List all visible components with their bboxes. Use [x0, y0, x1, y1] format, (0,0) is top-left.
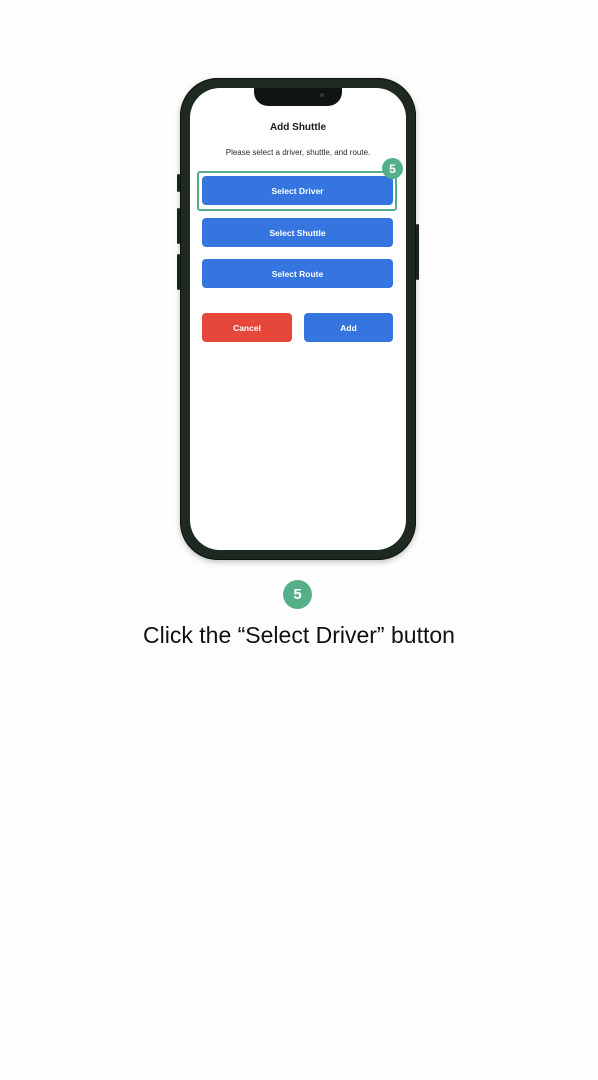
phone-mute-switch: [177, 174, 180, 192]
phone-volume-down-button: [177, 254, 180, 290]
phone-power-button: [416, 224, 419, 280]
page-subtitle: Please select a driver, shuttle, and rou…: [225, 148, 371, 157]
step-instruction: Click the “Select Driver” button: [143, 622, 455, 648]
step-number-badge: 5: [283, 580, 312, 609]
phone-notch: [254, 88, 342, 106]
phone-screen: Add Shuttle Please select a driver, shut…: [190, 88, 406, 550]
select-route-button[interactable]: Select Route: [202, 259, 393, 288]
camera-icon: [320, 93, 324, 97]
select-shuttle-button[interactable]: Select Shuttle: [202, 218, 393, 247]
step-highlight-box: [197, 171, 397, 211]
phone-mockup: Add Shuttle Please select a driver, shut…: [177, 78, 419, 560]
step-badge-marker: 5: [382, 158, 403, 179]
add-button[interactable]: Add: [304, 313, 393, 342]
phone-volume-up-button: [177, 208, 180, 244]
page-title: Add Shuttle: [269, 122, 327, 133]
cancel-button[interactable]: Cancel: [202, 313, 292, 342]
tutorial-page: Add Shuttle Please select a driver, shut…: [0, 0, 598, 1080]
